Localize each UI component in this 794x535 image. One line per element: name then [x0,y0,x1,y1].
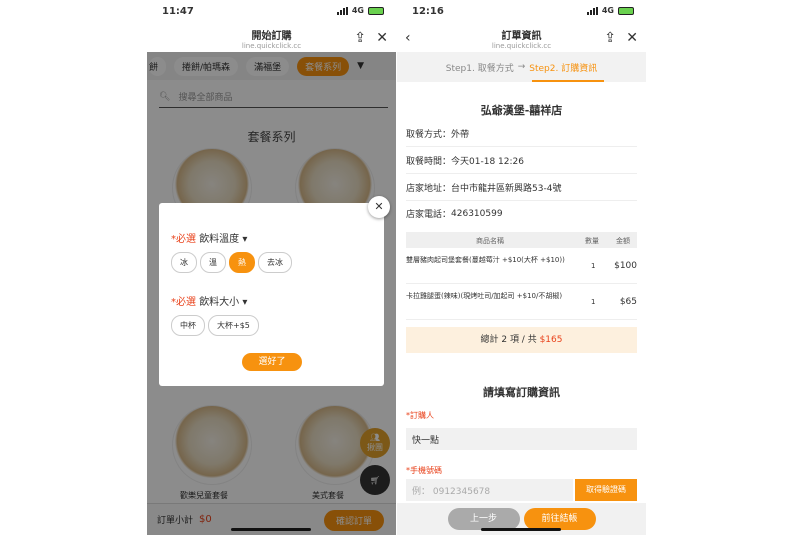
order-total: 總計 2 項 / 共 $165 [406,327,637,353]
battery-icon [618,6,634,15]
table-row: 雙層豬肉起司堡套餐(蔓越莓汁 +$10(大杯 +$10)) 1 $100 [406,250,637,284]
info-row: 店家地址： 台中市龍井區新興路53-4號 [406,174,637,201]
status-time: 12:16 [412,6,444,17]
signal-icon [336,6,348,15]
step-2: Step2. 訂購資訊 [529,63,598,74]
temp-options: 冰 溫 熱 去冰 [171,252,292,273]
get-code-button[interactable]: 取得驗證碼 [575,479,637,501]
info-row: 取餐時間： 今天01-18 12:26 [406,147,637,174]
option-cold[interactable]: 冰 [171,252,197,273]
phone-label: *手機號碼 [406,466,442,475]
store-name: 弘爺漢堡-囍祥店 [480,104,563,117]
info-row: 取餐方式： 外帶 [406,120,637,147]
size-title: *必選 飲料大小 ▾ [171,297,248,308]
checkout-button[interactable]: 前往結帳 [523,508,596,530]
battery-icon [368,6,384,15]
option-modal: *必選 飲料溫度 ▾ 冰 溫 熱 去冰 *必選 飲料大小 ▾ 中杯 大杯+$5 … [159,203,384,386]
phone-input[interactable]: 例： 0912345678 [406,479,573,501]
caret-down-icon: ▾ [242,297,248,308]
network-label: 4G [351,6,364,15]
buyer-input[interactable]: 快一點 [406,428,637,450]
step-indicator: Step1. 取餐方式 → Step2. 訂購資訊 [397,52,646,82]
option-large[interactable]: 大杯+$5 [208,315,259,336]
share-icon[interactable]: ⇪ [604,30,616,46]
buyer-label: *訂購人 [406,411,434,420]
option-warm[interactable]: 溫 [200,252,226,273]
option-hot[interactable]: 熱 [229,252,255,273]
close-modal-icon[interactable]: ✕ [368,196,390,218]
nav-bar: ‹ 訂單資訊 line.quickclick.cc ⇪ ✕ [397,22,646,52]
table-header: 商品名稱 數量 金額 [406,232,637,248]
temp-title: *必選 飲料溫度 ▾ [171,234,248,245]
info-row: 店家電話： 426310599 [406,208,503,221]
step-underline [532,80,604,82]
status-bar: 11:47 4G [147,0,396,22]
arrow-right-icon: → [517,62,526,72]
close-icon[interactable]: ✕ [376,30,388,46]
status-bar: 12:16 4G [397,0,646,22]
home-indicator [231,528,311,531]
option-no-ice[interactable]: 去冰 [258,252,292,273]
option-medium[interactable]: 中杯 [171,315,205,336]
step-1[interactable]: Step1. 取餐方式 [446,61,514,74]
size-options: 中杯 大杯+$5 [171,315,259,336]
home-indicator [481,528,561,531]
form-title: 請填寫訂購資訊 [483,386,560,399]
status-time: 11:47 [162,6,194,17]
confirm-options-button[interactable]: 選好了 [242,353,302,371]
order-info-screen: 12:16 4G ‹ 訂單資訊 line.quickclick.cc ⇪ ✕ S… [397,0,646,535]
network-label: 4G [601,6,614,15]
share-icon[interactable]: ⇪ [354,30,366,46]
signal-icon [586,6,598,15]
nav-bar: 開始訂購 line.quickclick.cc ⇪ ✕ [147,22,396,52]
caret-down-icon: ▾ [242,234,248,245]
table-row: 卡拉雞腿蛋(辣味)(現烤吐司/加起司 +$10/不胡椒) 1 $65 [406,286,637,320]
prev-step-button[interactable]: 上一步 [447,508,520,530]
menu-screen: 11:47 4G 開始訂購 line.quickclick.cc ⇪ ✕ 餅 捲… [147,0,396,535]
close-icon[interactable]: ✕ [626,30,638,46]
back-icon[interactable]: ‹ [405,30,411,46]
